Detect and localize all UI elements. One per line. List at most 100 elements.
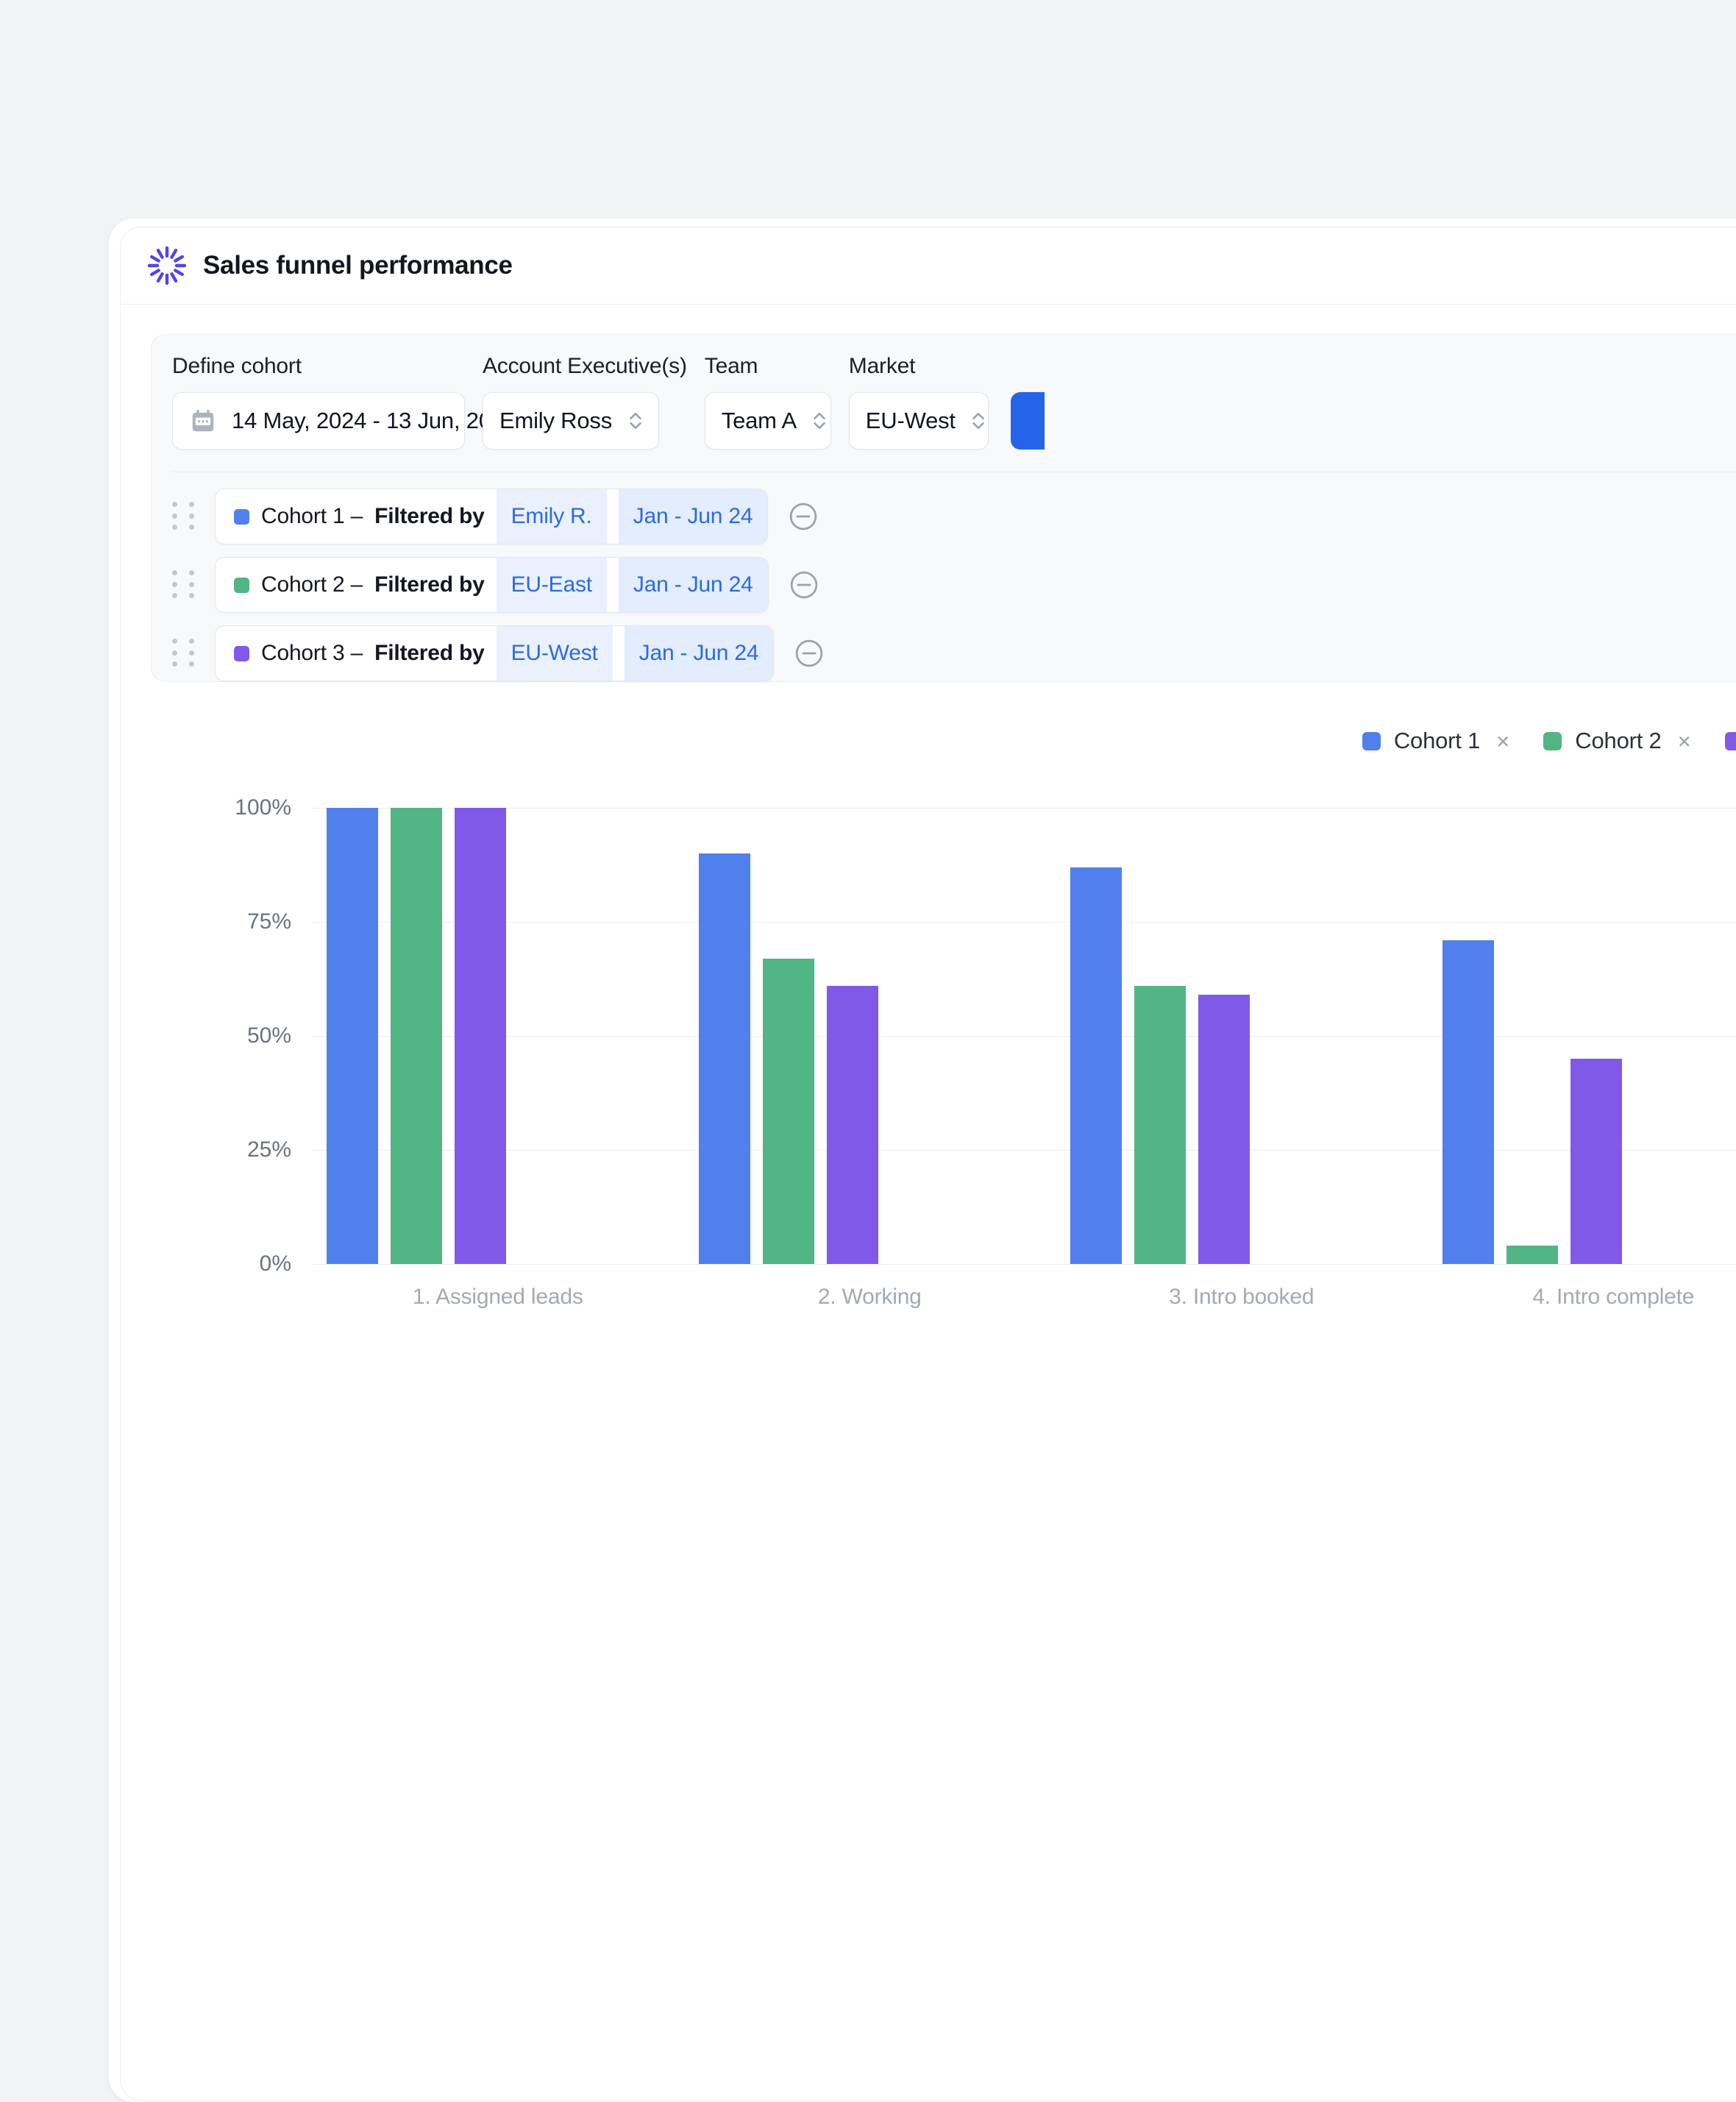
market-field: Market EU-West bbox=[849, 354, 989, 450]
define-cohort-field: Define cohort 14 May, 2024 - 13 Jun, 202… bbox=[172, 354, 465, 450]
legend-item[interactable]: Cohort 2 × bbox=[1543, 728, 1690, 754]
cohort-pill[interactable]: Cohort 1 – Filtered by Emily R. Jan - Ju… bbox=[215, 489, 768, 544]
y-axis-tick-label: 100% bbox=[235, 795, 291, 820]
legend-remove-icon[interactable]: × bbox=[1496, 730, 1509, 753]
bar-group: 3. Intro booked bbox=[1056, 808, 1428, 1264]
chevron-up-down-icon bbox=[810, 408, 829, 433]
minus-circle-icon[interactable] bbox=[787, 500, 819, 533]
cohort-row: Cohort 2 – Filtered by EU-East Jan - Jun… bbox=[172, 557, 1736, 613]
y-axis-tick-label: 50% bbox=[247, 1023, 291, 1048]
drag-handle-icon[interactable] bbox=[172, 639, 199, 668]
cohort-row: Cohort 3 – Filtered by EU-West Jan - Jun… bbox=[172, 625, 1736, 681]
bar[interactable] bbox=[763, 959, 814, 1264]
bar-group-bars bbox=[1056, 808, 1428, 1264]
team-select[interactable]: Team A bbox=[705, 392, 831, 450]
filters-row: Define cohort 14 May, 2024 - 13 Jun, 202… bbox=[172, 354, 1045, 450]
bar-group: 2. Working bbox=[684, 808, 1056, 1264]
cohort-filter-chip[interactable]: Emily R. bbox=[497, 489, 607, 544]
chart-legend: Cohort 1 × Cohort 2 × Coh bbox=[1362, 728, 1736, 754]
x-axis-tick-label: 3. Intro booked bbox=[1056, 1285, 1428, 1310]
team-label: Team bbox=[705, 354, 831, 379]
account-executive-label: Account Executive(s) bbox=[483, 354, 687, 379]
x-axis-tick-label: 2. Working bbox=[684, 1285, 1056, 1310]
account-executive-value: Emily Ross bbox=[499, 408, 612, 434]
legend-color-swatch bbox=[1543, 732, 1562, 750]
chevron-up-down-icon bbox=[626, 408, 645, 433]
bar[interactable] bbox=[1198, 995, 1250, 1264]
legend-color-swatch bbox=[1362, 732, 1381, 750]
cohort-filter-chip[interactable]: EU-East bbox=[497, 557, 607, 613]
market-select[interactable]: EU-West bbox=[849, 392, 989, 450]
x-axis-tick-label: 1. Assigned leads bbox=[312, 1285, 684, 1310]
cohort-pill[interactable]: Cohort 2 – Filtered by EU-East Jan - Jun… bbox=[215, 557, 769, 613]
legend-color-swatch bbox=[1725, 732, 1736, 750]
y-axis: 0%25%50%75%100% bbox=[203, 808, 291, 1264]
bar[interactable] bbox=[1070, 867, 1122, 1264]
cohort-date-chip[interactable]: Jan - Jun 24 bbox=[619, 557, 768, 613]
chart-plot: 0%25%50%75%100% 1. Assigned leads2. Work… bbox=[203, 808, 1736, 1264]
bar-group-bars bbox=[1428, 808, 1736, 1264]
bar-group: 4. Intro complete bbox=[1428, 808, 1736, 1264]
cohort-name: Cohort 3 – bbox=[261, 641, 363, 666]
market-value: EU-West bbox=[866, 408, 956, 434]
funnel-chart: Cohort 1 × Cohort 2 × Coh 0% 25% 50% 75% 100% 1.… bbox=[121, 702, 1736, 2100]
team-field: Team Team A bbox=[705, 354, 831, 450]
sunburst-icon bbox=[147, 246, 187, 285]
apply-filters-button[interactable] bbox=[1011, 392, 1045, 450]
cohort-color-swatch bbox=[234, 578, 249, 593]
filtered-by-label: Filtered by bbox=[374, 641, 485, 666]
gridline bbox=[312, 1264, 1736, 1265]
bar-group-bars bbox=[684, 808, 1056, 1264]
drag-handle-icon[interactable] bbox=[172, 570, 199, 600]
y-axis-tick-label: 0% bbox=[260, 1251, 291, 1277]
cohort-color-swatch bbox=[234, 509, 249, 525]
cohort-filter-chip[interactable]: EU-West bbox=[497, 625, 613, 681]
cohort-list: Cohort 1 – Filtered by Emily R. Jan - Ju… bbox=[172, 472, 1736, 694]
market-label: Market bbox=[849, 354, 989, 379]
cohort-row: Cohort 1 – Filtered by Emily R. Jan - Ju… bbox=[172, 489, 1736, 544]
team-value: Team A bbox=[722, 408, 797, 434]
bar[interactable] bbox=[827, 986, 878, 1264]
y-axis-tick-label: 75% bbox=[247, 909, 291, 934]
legend-remove-icon[interactable]: × bbox=[1678, 730, 1691, 753]
bar[interactable] bbox=[391, 808, 442, 1264]
bar[interactable] bbox=[327, 808, 378, 1264]
y-axis-tick-label: 25% bbox=[247, 1137, 291, 1162]
sales-funnel-card: Sales funnel performance Define cohort bbox=[120, 227, 1736, 2101]
define-cohort-label: Define cohort bbox=[172, 354, 465, 379]
cohort-name: Cohort 1 – bbox=[261, 504, 363, 529]
chevron-up-down-icon bbox=[969, 408, 988, 433]
cohort-pill[interactable]: Cohort 3 – Filtered by EU-West Jan - Jun… bbox=[215, 625, 774, 681]
chart-bars: 1. Assigned leads2. Working3. Intro book… bbox=[312, 808, 1736, 1264]
account-executive-field: Account Executive(s) Emily Ross bbox=[483, 354, 687, 450]
cohort-color-swatch bbox=[234, 646, 249, 661]
filtered-by-label: Filtered by bbox=[374, 504, 485, 529]
bar[interactable] bbox=[1134, 986, 1186, 1264]
drag-handle-icon[interactable] bbox=[172, 502, 199, 531]
bar[interactable] bbox=[455, 808, 506, 1264]
card-header: Sales funnel performance bbox=[121, 227, 1736, 305]
bar[interactable] bbox=[699, 853, 750, 1264]
bar[interactable] bbox=[1506, 1246, 1558, 1264]
legend-label: Cohort 2 bbox=[1575, 728, 1661, 754]
minus-circle-icon[interactable] bbox=[788, 569, 820, 601]
legend-label: Cohort 1 bbox=[1394, 728, 1480, 754]
filtered-by-label: Filtered by bbox=[374, 572, 485, 597]
bar-group: 1. Assigned leads bbox=[312, 808, 684, 1264]
bar[interactable] bbox=[1570, 1059, 1622, 1264]
cohort-date-chip[interactable]: Jan - Jun 24 bbox=[619, 489, 768, 544]
cohort-name: Cohort 2 – bbox=[261, 572, 363, 597]
legend-item[interactable]: Coh bbox=[1725, 728, 1736, 754]
cohort-date-chip[interactable]: Jan - Jun 24 bbox=[625, 625, 774, 681]
legend-item[interactable]: Cohort 1 × bbox=[1362, 728, 1509, 754]
minus-circle-icon[interactable] bbox=[793, 637, 825, 670]
bar-group-bars bbox=[312, 808, 684, 1264]
bar[interactable] bbox=[1442, 940, 1494, 1264]
calendar-icon bbox=[189, 407, 217, 435]
account-executive-select[interactable]: Emily Ross bbox=[483, 392, 659, 450]
filter-panel: Define cohort 14 May, 2024 - 13 Jun, 202… bbox=[151, 334, 1736, 682]
date-range-value: 14 May, 2024 - 13 Jun, 2024 bbox=[232, 408, 516, 434]
page-title: Sales funnel performance bbox=[203, 251, 513, 280]
x-axis-tick-label: 4. Intro complete bbox=[1428, 1285, 1736, 1310]
date-range-picker[interactable]: 14 May, 2024 - 13 Jun, 2024 bbox=[172, 392, 465, 450]
